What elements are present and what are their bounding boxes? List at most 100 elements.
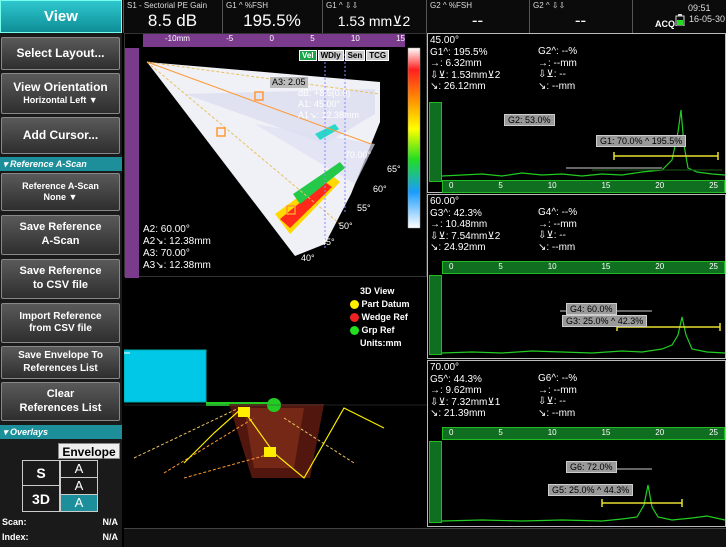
envelope-mode-s[interactable]: S [23, 461, 59, 486]
scan-label: Scan: [2, 517, 27, 527]
header-g2-depth-cell[interactable]: G2 ^ ⇩⇩ -- [529, 0, 632, 33]
view-orientation-value: Horizontal Left [23, 95, 87, 106]
envelope-value-3[interactable]: A [61, 495, 97, 511]
save-reference-csv-button[interactable]: Save Reference to CSV file [1, 259, 120, 299]
ascan-reading: 70.00° [430, 362, 460, 373]
gate-label-g1[interactable]: G1: 70.0% ^ 195.5% [596, 135, 687, 147]
header-g1-depth-cell[interactable]: G1 ^ ⇩⇩ 1.53 mm⊻2 [322, 0, 426, 33]
save-reference-csv-line2: to CSV file [32, 279, 88, 291]
add-cursor-button[interactable]: Add Cursor... [1, 117, 120, 154]
ruler-label: 15 [601, 428, 611, 437]
header-g1-amplitude-cell[interactable]: G1 ^ %FSH 195.5% [222, 0, 322, 33]
ruler-label: 10 [547, 428, 557, 437]
sector-reading: A3: 2.05 [270, 77, 308, 88]
ascan-panel-1[interactable]: 45.00° G1^: 195.5% →: 6.32mm ⇩⊻: 1.53mm⊻… [427, 33, 726, 193]
header-g2-amplitude-cell[interactable]: G2 ^ %FSH -- [426, 0, 529, 33]
ascan-reading: ↘: 24.92mm [430, 242, 486, 253]
ruler-label: 5 [310, 34, 315, 43]
ruler-label: 20 [655, 262, 665, 271]
ruler-label: -5 [226, 34, 234, 43]
ascan-panel-2[interactable]: 60.00° G3^: 42.3% →: 10.48mm ⇩⊻: 7.54mm⊻… [427, 194, 726, 359]
sectorial-scan-view[interactable]: -10mm -5 0 5 10 15 Vel WDly Sen TCG A3: … [124, 33, 427, 278]
view-orientation-button[interactable]: View Orientation Horizontal Left ▼ [1, 73, 120, 114]
save-reference-ascan-button[interactable]: Save Reference A-Scan [1, 215, 120, 255]
dropdown-arrow-icon: ▼ [88, 95, 98, 106]
tcg-button[interactable]: TCG [366, 50, 390, 61]
gate-label-g2[interactable]: G2: 53.0% [504, 114, 555, 126]
clear-references-line2: References List [19, 401, 102, 414]
save-envelope-line2: References List [23, 362, 98, 374]
scan-value: N/A [102, 517, 119, 527]
view-menu-tab[interactable]: View [0, 0, 122, 33]
import-reference-csv-button[interactable]: Import Reference from CSV file [1, 303, 120, 343]
angle-label: 45° [321, 237, 335, 247]
ascan-reading: →: 9.62mm [430, 385, 482, 396]
view-orientation-label: View Orientation [13, 80, 108, 95]
reference-ascan-section-label: Reference A-Scan [10, 159, 87, 169]
header-g1-depth-value: 1.53 mm⊻2 [337, 13, 411, 29]
ruler-label: 0 [449, 262, 454, 271]
ruler-label: 20 [655, 428, 665, 437]
circle-icon [350, 313, 359, 323]
ascan-reading: G2^: --% [538, 46, 578, 57]
ruler-label: 5 [498, 181, 503, 190]
ascan-reading: →: --mm [538, 57, 577, 69]
save-envelope-line1: Save Envelope To [18, 350, 103, 361]
reference-ascan-dropdown[interactable]: Reference A-Scan None ▼ [1, 173, 120, 211]
gate-label-g3[interactable]: G3: 25.0% ^ 42.3% [562, 315, 648, 327]
save-reference-csv-line1: Save Reference [19, 265, 102, 278]
ascan-top-ruler: 0 5 10 15 20 25 [442, 427, 725, 440]
add-cursor-label: Add Cursor... [22, 128, 99, 142]
gate-label-g5[interactable]: G5: 25.0% ^ 44.3% [548, 484, 634, 496]
reference-ascan-value: None [43, 192, 67, 202]
overlays-section-header[interactable]: ▾ Overlays [0, 425, 122, 439]
ruler-label: 15 [601, 262, 611, 271]
ascan-reading: →: 6.32mm [430, 58, 482, 69]
sector-reading: A1: 45.00° [298, 99, 341, 109]
ruler-label: 20 [655, 181, 665, 190]
ruler-label: 5 [498, 262, 503, 271]
3d-units: Units:mm [360, 338, 402, 348]
angle-label: 65° [387, 164, 401, 174]
clock-status: 09:51 ACQ 16-05-30 [632, 0, 726, 33]
legend-grp-ref: Grp Ref [350, 324, 410, 337]
3d-view-panel[interactable]: 3D View Part Datum Wedge Ref Grp Ref Uni… [124, 278, 427, 547]
sector-reading: A3↘: 12.38mm [143, 260, 211, 271]
ascan-reading: 60.00° [430, 196, 460, 207]
velocity-button[interactable]: Vel [299, 50, 317, 61]
ascan-reading: ⇩⊻: -- [538, 230, 566, 241]
bottom-status-bar [124, 528, 726, 547]
ascan-reading: ⇩⊻: 7.54mm⊻2 [430, 230, 501, 242]
envelope-mode-column: S 3D [22, 460, 60, 512]
save-envelope-button[interactable]: Save Envelope To References List [1, 346, 120, 379]
angle-label: 70.00° [345, 150, 372, 160]
sensitivity-button[interactable]: Sen [344, 50, 366, 61]
ascan-reading: ⇩⊻: 1.53mm⊻2 [430, 69, 501, 81]
ascan-vertical-ruler [429, 102, 442, 182]
envelope-value-2[interactable]: A [61, 478, 97, 495]
dropdown-arrow-icon: ▼ [68, 192, 78, 202]
gate-label-g4[interactable]: G4: 60.0% [566, 303, 617, 315]
ruler-label: 10 [547, 181, 557, 190]
envelope-mode-3d[interactable]: 3D [23, 486, 59, 511]
circle-icon [350, 300, 359, 310]
ruler-label: 25 [709, 262, 718, 271]
overlays-section-label: Overlays [10, 427, 49, 437]
select-layout-button[interactable]: Select Layout... [1, 37, 120, 70]
ascan-reading: ⇩⊻: 7.32mm⊻1 [430, 396, 501, 408]
ascan-panel-3[interactable]: 70.00° G5^: 44.3% →: 9.62mm ⇩⊻: 7.32mm⊻1… [427, 360, 726, 527]
envelope-value-1[interactable]: A [61, 461, 97, 478]
envelope-header: Envelope [58, 443, 120, 459]
reference-ascan-section-header[interactable]: ▾ Reference A-Scan [0, 157, 122, 171]
gate-label-g6[interactable]: G6: 72.0% [566, 461, 617, 473]
view-orientation-select[interactable]: Horizontal Left ▼ [23, 95, 97, 106]
ascan-reading: ↘: 26.12mm [430, 81, 486, 92]
sector-readings-bottom: A2: 60.00° A2↘: 12.38mm A3: 70.00° A3↘: … [143, 224, 211, 272]
header-gain-cell[interactable]: S1 - Sectorial PE Gain 8.5 dB [123, 0, 222, 33]
battery-icon [675, 14, 685, 27]
legend-label: Wedge Ref [361, 312, 408, 322]
clear-references-button[interactable]: Clear References List [1, 382, 120, 421]
sector-quick-buttons: Vel WDly Sen TCG [299, 50, 390, 61]
ruler-label: 0 [269, 34, 274, 43]
wedge-delay-button[interactable]: WDly [317, 50, 344, 61]
